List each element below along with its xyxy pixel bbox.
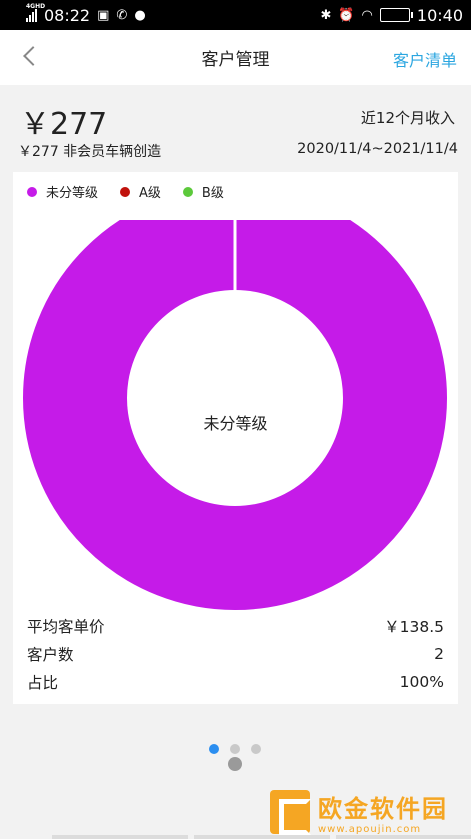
chart-card: 未分等级 A级 B级 未分等级 平均客单价 ￥138.5 客户数 2 占比 10… xyxy=(13,172,458,704)
stat-row-avg-price: 平均客单价 ￥138.5 xyxy=(27,612,444,640)
stat-value: ￥138.5 xyxy=(384,618,444,636)
legend-dot xyxy=(182,186,193,197)
customer-list-button[interactable]: 客户清单 xyxy=(393,47,457,71)
legend-label: B级 xyxy=(201,186,224,201)
status-bar: 4GHD 08:22 ▣ ✆ ● ✱ ⏰ ◠ 10:40 xyxy=(0,0,471,30)
stat-value: 100% xyxy=(399,673,444,691)
legend-dot xyxy=(27,186,37,197)
donut-center-label: 未分等级 xyxy=(203,414,268,433)
alarm-icon: ⏰ xyxy=(338,7,355,23)
legend-item-b[interactable]: B级 xyxy=(182,182,224,201)
page-indicator[interactable] xyxy=(209,744,261,754)
status-right: ✱ ⏰ ◠ 10:40 xyxy=(320,6,463,25)
message-icon: ● xyxy=(134,7,146,23)
phone-icon: ✆ xyxy=(116,7,128,23)
date-range: 2020/11/4~2021/11/4 xyxy=(297,141,458,157)
battery-icon xyxy=(379,8,413,22)
page-title: 客户管理 xyxy=(201,50,270,70)
screenshot-icon: ▣ xyxy=(97,7,110,23)
stats-list: 平均客单价 ￥138.5 客户数 2 占比 100% xyxy=(27,612,444,696)
watermark: 欧金软件园 www.apoujin.com xyxy=(270,786,465,838)
total-amount: ￥277 xyxy=(20,107,108,142)
stat-value: 2 xyxy=(434,645,444,663)
legend-label: A级 xyxy=(139,186,161,201)
status-left: 4GHD 08:22 ▣ ✆ ● xyxy=(26,3,146,25)
legend-label: 未分等级 xyxy=(46,186,99,201)
stat-row-share: 占比 100% xyxy=(27,668,444,696)
revenue-summary: ￥277 近12个月收入 ￥277 非会员车辆创造 2020/11/4~2021… xyxy=(0,85,471,170)
watermark-name: 欧金软件园 xyxy=(318,795,448,823)
stat-label: 客户数 xyxy=(27,646,74,664)
scroll-dot xyxy=(228,757,242,771)
page-dot-1[interactable] xyxy=(209,744,219,754)
sub-amount: ￥277 非会员车辆创造 xyxy=(18,144,162,160)
status-clock: 10:40 xyxy=(416,5,463,25)
legend-item-unrated[interactable]: 未分等级 xyxy=(27,182,98,201)
stat-label: 占比 xyxy=(27,674,59,692)
wifi-icon: ◠ xyxy=(361,7,373,23)
status-time: 08:22 xyxy=(44,5,91,25)
stat-row-customer-count: 客户数 2 xyxy=(27,640,444,668)
page-dot-2[interactable] xyxy=(230,744,240,754)
watermark-url: www.apoujin.com xyxy=(318,824,422,835)
bottom-strip-segment xyxy=(194,835,330,839)
watermark-text: 欧金软件园 www.apoujin.com xyxy=(318,789,448,835)
signal-icon: 4GHD xyxy=(26,3,45,22)
legend-item-a[interactable]: A级 xyxy=(120,182,161,201)
page-dot-3[interactable] xyxy=(251,744,261,754)
bottom-tab-strip xyxy=(52,835,471,839)
bluetooth-icon: ✱ xyxy=(320,7,332,23)
back-icon[interactable] xyxy=(23,46,43,66)
bottom-strip-segment xyxy=(336,835,471,839)
watermark-logo-icon xyxy=(270,790,311,835)
stat-label: 平均客单价 xyxy=(27,618,105,636)
network-type: 4GHD xyxy=(26,3,46,10)
nav-bar: 客户管理 客户清单 xyxy=(0,30,471,85)
period-label: 近12个月收入 xyxy=(360,109,455,127)
bottom-strip-segment xyxy=(52,835,188,839)
legend-dot xyxy=(120,186,131,197)
chart-legend: 未分等级 A级 B级 xyxy=(27,182,224,201)
